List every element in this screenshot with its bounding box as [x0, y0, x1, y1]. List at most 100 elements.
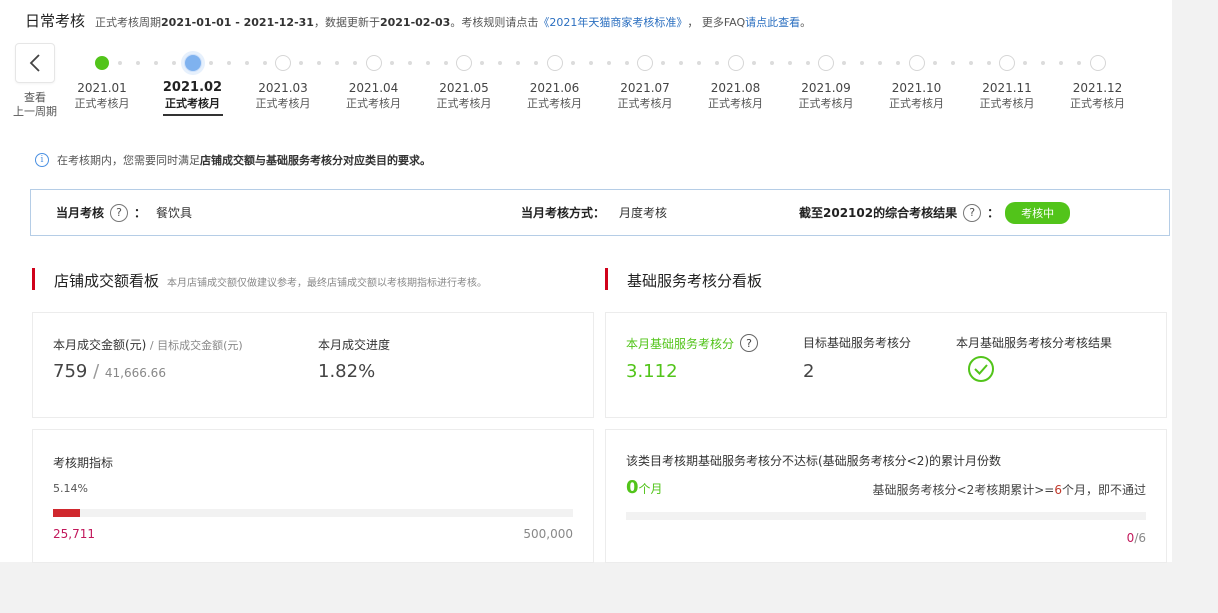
- timeline-connector-dot: [262, 61, 267, 65]
- fail-rule-text: 基础服务考核分<2考核期累计>=6个月，即不通过: [873, 481, 1146, 498]
- timeline-month-status: 正式考核月: [979, 97, 1035, 110]
- overall-result: 截至202102的综合考核结果 ? ： 考核中: [799, 190, 1071, 235]
- timeline-month-2021-11[interactable]: 2021.11 正式考核月: [967, 80, 1047, 112]
- timeline-node-2021-09[interactable]: [818, 55, 834, 71]
- timeline-month-2021-03[interactable]: 2021.03 正式考核月: [243, 80, 323, 112]
- timeline-connector-dot: [480, 61, 484, 65]
- timeline-month-status: 正式考核月: [1070, 97, 1125, 110]
- assessment-summary: 当月考核 ? ： 餐饮具 当月考核方式： 月度考核 截至202102的综合考核结…: [30, 189, 1170, 236]
- timeline-node-2021-02[interactable]: [183, 54, 202, 72]
- sales-amount-value: 759 / 41,666.66: [53, 361, 166, 382]
- timeline-month-status: 正式考核月: [798, 97, 854, 110]
- timeline-month-year: 2021.12: [1072, 81, 1123, 95]
- service-score-label: 本月基础服务考核分 ?: [626, 334, 764, 352]
- timeline-month-2021-02[interactable]: 2021.02 正式考核月: [153, 80, 233, 112]
- period-progress-fill: [53, 509, 80, 517]
- timeline-connector-dot: [516, 61, 520, 65]
- timeline-node-2021-12[interactable]: [1089, 55, 1106, 71]
- timeline-connector-dot: [606, 61, 611, 65]
- timeline-node-2021-10[interactable]: [908, 55, 925, 71]
- timeline-month-status: 正式考核月: [74, 97, 130, 110]
- timeline-connector-dot: [443, 61, 448, 65]
- timeline-node-2021-11[interactable]: [999, 55, 1015, 71]
- timeline-node-2021-08[interactable]: [727, 55, 744, 71]
- timeline-connector-dot: [878, 61, 882, 65]
- timeline-node-2021-05[interactable]: [456, 55, 472, 71]
- timeline-connector-dot: [534, 61, 538, 65]
- timeline-connector-dot: [1077, 61, 1081, 65]
- timeline-month-2021-09[interactable]: 2021.09 正式考核月: [786, 80, 866, 112]
- timeline-node-2021-01[interactable]: [95, 56, 109, 70]
- timeline-month-2021-12[interactable]: 2021.12 正式考核月: [1058, 80, 1138, 112]
- timeline-connector-dot: [715, 61, 719, 65]
- timeline-month-status: 正式考核月: [617, 97, 673, 110]
- timeline-month-year: 2021.02: [162, 80, 223, 95]
- timeline-connector-dot: [769, 61, 774, 65]
- timeline-month-year: 2021.01: [77, 81, 127, 95]
- timeline-connector-dot: [1023, 61, 1027, 65]
- timeline-month-2021-10[interactable]: 2021.10 正式考核月: [877, 80, 957, 112]
- status-badge: 考核中: [1005, 201, 1071, 224]
- sales-board-title: 店铺成交额看板: [54, 272, 160, 290]
- timeline-month-2021-04[interactable]: 2021.04 正式考核月: [334, 80, 414, 112]
- timeline-month-status: 正式考核月: [255, 97, 311, 110]
- period-current-value: 25,711: [53, 527, 95, 541]
- period-target-value: 500,000: [523, 527, 573, 541]
- active-month-underline: [163, 114, 223, 116]
- period-indicator-label: 考核期指标: [53, 456, 114, 470]
- timeline-connector-dot: [968, 61, 973, 65]
- timeline-connector-dot: [570, 61, 575, 65]
- timeline-connector-dot: [208, 61, 213, 65]
- help-icon[interactable]: ?: [963, 203, 982, 222]
- current-assessment-colon: ：: [134, 206, 147, 220]
- help-icon[interactable]: ?: [110, 203, 129, 222]
- timeline-month-2021-07[interactable]: 2021.07 正式考核月: [605, 80, 685, 112]
- current-assessment-label: 当月考核: [56, 206, 105, 220]
- fail-ratio-den: /6: [1134, 531, 1146, 545]
- timeline-connector-dot: [805, 61, 810, 65]
- fail-months-unit: 个月: [638, 482, 663, 496]
- timeline-month-2021-08[interactable]: 2021.08 正式考核月: [696, 80, 776, 112]
- fail-rule-text-1: 基础服务考核分<2考核期累计>=: [872, 483, 1055, 497]
- timeline-connector-dot: [950, 61, 955, 65]
- sales-amount-number: 759: [53, 361, 88, 382]
- timeline-month-year: 2021.05: [439, 81, 489, 95]
- sales-period-card: 考核期指标 5.14% 25,711 500,000: [32, 429, 594, 563]
- timeline-node-2021-04[interactable]: [365, 55, 382, 71]
- timeline-month-2021-05[interactable]: 2021.05 正式考核月: [424, 80, 504, 112]
- fail-months-count: 0: [626, 477, 639, 498]
- timeline-connector-dot: [335, 61, 339, 65]
- sales-progress-label: 本月成交进度: [318, 338, 391, 352]
- sales-amount-label: 本月成交金额(元) / 目标成交金额(元): [53, 336, 243, 353]
- sales-amount-label-text: 本月成交金额(元): [53, 338, 147, 352]
- timeline-month-status: 正式考核月: [346, 97, 401, 110]
- timeline-month-status: 正式考核月: [889, 97, 944, 110]
- assessment-method: 当月考核方式： 月度考核: [521, 190, 667, 235]
- timeline-connector-dot: [986, 61, 991, 65]
- timeline-month-year: 2021.08: [710, 81, 761, 95]
- period-indicator-percent: 5.14%: [53, 482, 88, 495]
- timeline-node-2021-06[interactable]: [546, 55, 563, 71]
- timeline-month-year: 2021.11: [982, 81, 1032, 95]
- timeline-month-year: 2021.10: [891, 81, 942, 95]
- timeline-connector-dot: [751, 61, 756, 65]
- help-icon[interactable]: ?: [740, 334, 759, 352]
- timeline-connector-dot: [154, 61, 158, 65]
- sales-target-label-text: / 目标成交金额(元): [146, 339, 243, 352]
- sales-progress-value: 1.82%: [318, 361, 376, 382]
- timeline-month-2021-01[interactable]: 2021.01 正式考核月: [62, 80, 142, 112]
- fail-months-title: 该类目考核期基础服务考核分不达标(基础服务考核分<2)的累计月份数: [626, 454, 1002, 468]
- timeline-node-2021-03[interactable]: [275, 55, 291, 71]
- timeline-connector-dot: [498, 61, 502, 65]
- timeline-connector-dot: [932, 61, 937, 65]
- section-accent-bar: [605, 268, 608, 290]
- sales-target-number: 41,666.66: [104, 366, 166, 380]
- section-accent-bar: [32, 268, 35, 290]
- timeline-month-2021-06[interactable]: 2021.06 正式考核月: [515, 80, 595, 112]
- timeline-connector-dot: [679, 61, 683, 65]
- timeline-node-2021-07[interactable]: [637, 55, 653, 71]
- timeline-month-year: 2021.09: [801, 81, 851, 95]
- timeline-connector-dot: [588, 61, 593, 65]
- overall-result-label: 截至202102的综合考核结果: [799, 206, 958, 220]
- notice-prefix: 在考核期内，您需要同时满足: [57, 154, 200, 167]
